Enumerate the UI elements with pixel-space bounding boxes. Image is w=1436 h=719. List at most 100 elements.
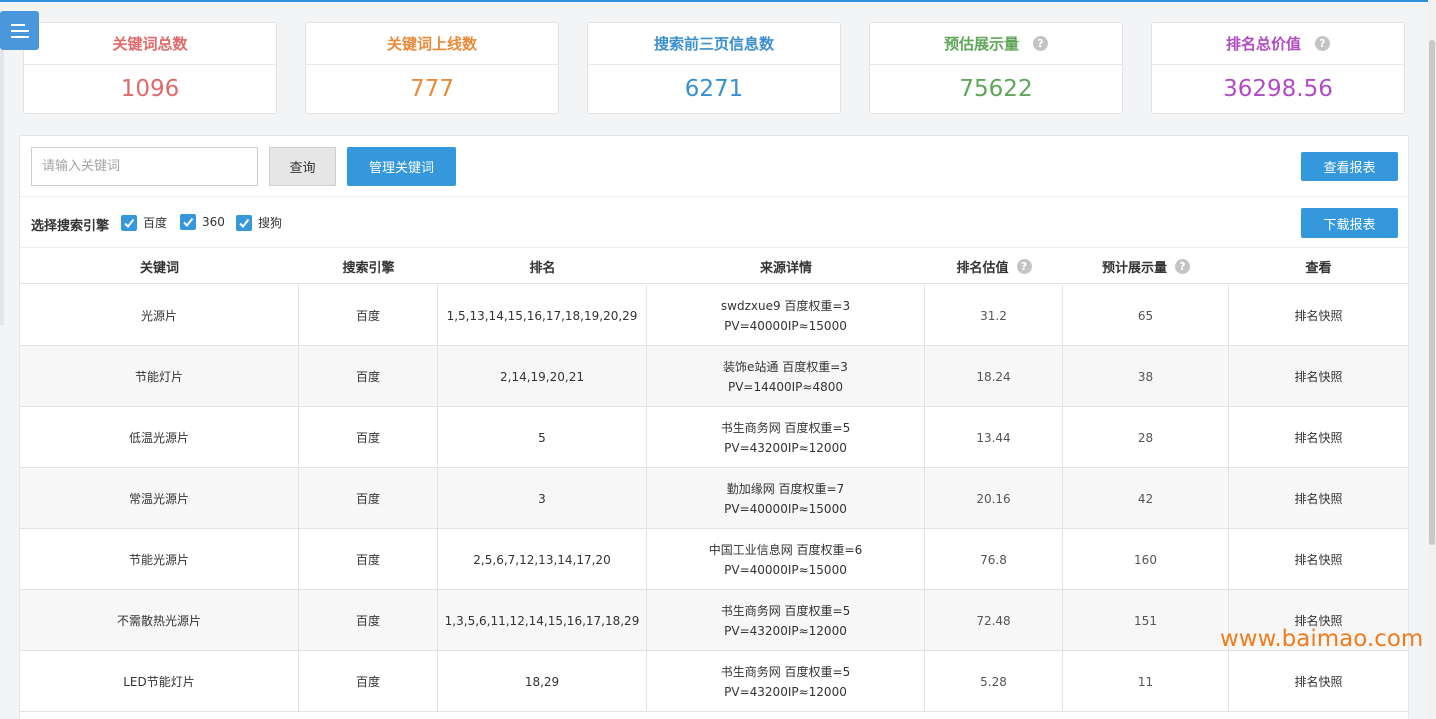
cell-keyword: 不需散热光源片: [20, 590, 299, 651]
source-traffic: PV=14400IP≈4800: [727, 379, 844, 394]
cell-source: 书生商务网 百度权重=5 PV=43200IP≈12000: [647, 651, 925, 712]
search-toolbar: 查询 管理关键词 查看报表: [20, 136, 1408, 197]
cell-rank: 1,3,5,6,11,12,14,15,16,17,18,29: [438, 590, 647, 651]
cell-rank-value: 5.28: [925, 651, 1063, 712]
cell-keyword: 节能灯片: [20, 346, 299, 407]
cell-views: 151: [1063, 590, 1229, 651]
stat-value: 36298.56: [1223, 76, 1333, 102]
cell-rank-value: 31.2: [925, 285, 1063, 346]
view-report-button[interactable]: 查看报表: [1301, 152, 1398, 181]
stat-label: 预估展示量: [943, 35, 1019, 53]
source-traffic: PV=40000IP≈15000: [724, 562, 847, 577]
cell-keyword: 节能光源片: [20, 529, 299, 590]
cell-rank-value: 72.48: [925, 590, 1063, 651]
keyword-search-input[interactable]: [31, 147, 258, 186]
scrollbar-thumb[interactable]: [1429, 40, 1435, 545]
help-icon[interactable]: ?: [1175, 258, 1190, 274]
cell-views: 28: [1063, 407, 1229, 468]
cell-rank: 2,14,19,20,21: [438, 346, 647, 407]
cell-action[interactable]: 排名快照: [1229, 407, 1408, 468]
cell-rank-value: 20.16: [925, 468, 1063, 529]
stat-head: 预估展示量 ?: [870, 23, 1122, 65]
cell-action[interactable]: 排名快照: [1229, 651, 1408, 712]
source-traffic: PV=43200IP≈12000: [724, 684, 847, 699]
table-row: 节能光源片 百度 2,5,6,7,12,13,14,17,20 中国工业信息网 百度权…: [20, 529, 1408, 590]
cell-views: 38: [1063, 346, 1229, 407]
source-site: 书生商务网 百度权重=5: [720, 664, 851, 679]
checkbox-checked-icon[interactable]: [236, 214, 252, 231]
cell-views: 65: [1063, 285, 1229, 346]
engine-option-label: 360: [202, 215, 225, 229]
cell-keyword: LED节能灯片: [20, 651, 299, 712]
hamburger-icon: [10, 23, 29, 38]
stat-value: 75622: [959, 76, 1033, 102]
col-header-views: 预计展示量 ?: [1063, 248, 1229, 284]
cell-views: 42: [1063, 468, 1229, 529]
engine-option-label: 百度: [143, 216, 168, 230]
engine-checkbox-360[interactable]: 360: [180, 214, 225, 230]
source-traffic: PV=43200IP≈12000: [724, 440, 847, 455]
col-header-label: 排名估值: [956, 260, 1009, 276]
table-row: 不需散热光源片 百度 1,3,5,6,11,12,14,15,16,17,18,29…: [20, 590, 1408, 651]
source-traffic: PV=43200IP≈12000: [724, 623, 847, 638]
source-site: 勤加缘网 百度权重=7: [726, 481, 845, 496]
source-site: 书生商务网 百度权重=5: [720, 603, 851, 618]
cell-rank-value: 18.24: [925, 346, 1063, 407]
engine-filter-label: 选择搜索引擎: [31, 219, 110, 234]
cell-source: 装饰e站通 百度权重=3 PV=14400IP≈4800: [647, 346, 925, 407]
cell-keyword: 低温光源片: [20, 407, 299, 468]
checkbox-checked-icon[interactable]: [121, 214, 137, 231]
cell-source: 书生商务网 百度权重=5 PV=43200IP≈12000: [647, 407, 925, 468]
download-report-button[interactable]: 下载报表: [1301, 208, 1398, 238]
manage-keywords-button[interactable]: 管理关键词: [347, 147, 456, 186]
col-header-rank: 排名: [529, 260, 556, 276]
cell-action[interactable]: 排名快照: [1229, 285, 1408, 346]
stat-card-online-keywords: 关键词上线数 777: [305, 22, 559, 114]
help-icon[interactable]: ?: [1315, 36, 1330, 51]
stat-label: 排名总价值: [1225, 35, 1301, 53]
cell-engine: 百度: [299, 285, 438, 346]
help-icon[interactable]: ?: [1016, 258, 1032, 274]
col-header-view: 查看: [1305, 260, 1332, 276]
query-button[interactable]: 查询: [269, 147, 336, 186]
cell-source: 书生商务网 百度权重=5 PV=43200IP≈12000: [647, 590, 925, 651]
source-traffic: PV=40000IP≈15000: [724, 501, 847, 516]
stats-row: 关键词总数 1096 关键词上线数 777 搜索前三页信息数 6271 预估展示…: [23, 22, 1405, 114]
cell-engine: 百度: [299, 468, 438, 529]
cell-views: 11: [1063, 651, 1229, 712]
cell-rank-value: 76.8: [925, 529, 1063, 590]
help-icon[interactable]: ?: [1033, 36, 1048, 51]
stat-value: 6271: [684, 76, 744, 102]
engine-checkbox-baidu[interactable]: 百度: [121, 214, 167, 231]
stat-value: 777: [410, 76, 454, 102]
cell-views: 160: [1063, 529, 1229, 590]
table-row: 低温光源片 百度 5 书生商务网 百度权重=5 PV=43200IP≈12000 13.4…: [20, 407, 1408, 468]
engine-filter-bar: 选择搜索引擎 百度 360 搜狗 下载报表: [20, 198, 1408, 248]
cell-engine: 百度: [299, 407, 438, 468]
stat-label: 关键词上线数: [306, 23, 558, 65]
table-row: LED节能灯片 百度 18,29 书生商务网 百度权重=5 PV=43200IP≈120…: [20, 651, 1408, 712]
cell-action[interactable]: 排名快照: [1229, 346, 1408, 407]
watermark: www.baimao.com: [1220, 626, 1424, 652]
cell-action[interactable]: 排名快照: [1229, 468, 1408, 529]
cell-keyword: 光源片: [20, 285, 299, 346]
source-site: 书生商务网 百度权重=5: [720, 420, 851, 435]
col-header-source: 来源详情: [759, 260, 812, 276]
page-scrollbar[interactable]: [1428, 0, 1436, 719]
engine-checkbox-sogou[interactable]: 搜狗: [236, 214, 282, 231]
source-traffic: PV=40000IP≈15000: [724, 318, 847, 333]
cell-engine: 百度: [299, 346, 438, 407]
cell-action[interactable]: 排名快照: [1229, 529, 1408, 590]
stat-label: 搜索前三页信息数: [588, 23, 840, 65]
stat-value: 1096: [120, 76, 180, 102]
cell-rank-value: 13.44: [925, 407, 1063, 468]
cell-rank: 2,5,6,7,12,13,14,17,20: [438, 529, 647, 590]
table-row: 光源片 百度 1,5,13,14,15,16,17,18,19,20,29 swdzx…: [20, 285, 1408, 346]
checkbox-checked-icon[interactable]: [180, 214, 196, 230]
stat-card-estimated-views: 预估展示量 ? 75622: [869, 22, 1123, 114]
menu-toggle-button[interactable]: [0, 11, 39, 50]
col-header-rank-value: 排名估值 ?: [925, 248, 1063, 284]
cell-keyword: 常温光源片: [20, 468, 299, 529]
source-site: 中国工业信息网 百度权重=6: [708, 542, 863, 557]
table-row: 常温光源片 百度 3 勤加缘网 百度权重=7 PV=40000IP≈15000 20.16…: [20, 468, 1408, 529]
